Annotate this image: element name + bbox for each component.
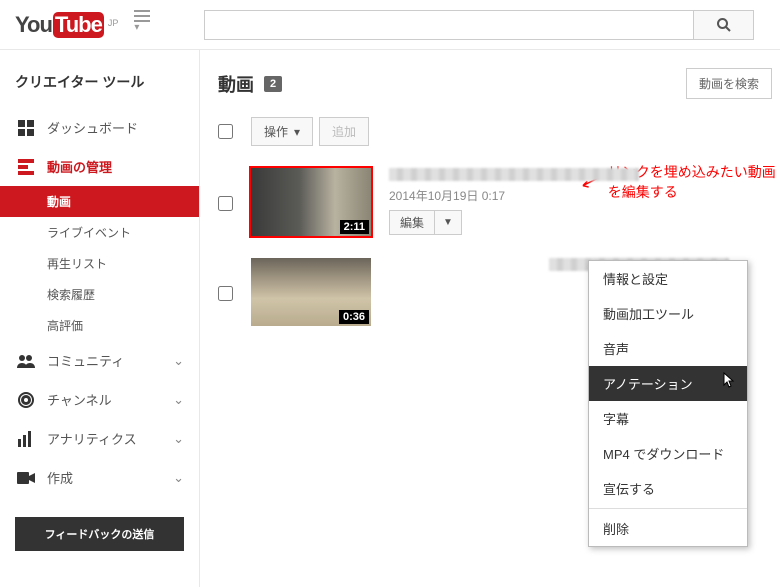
sidebar-sub-playlists[interactable]: 再生リスト — [0, 248, 199, 279]
chevron-down-icon: ⌄ — [173, 431, 184, 447]
video-checkbox[interactable] — [218, 286, 233, 301]
dropdown-item-download[interactable]: MP4 でダウンロード — [589, 436, 747, 471]
sidebar-sub-items: 動画 ライブイベント 再生リスト 検索履歴 高評価 — [0, 186, 199, 341]
sidebar: クリエイター ツール ダッシュボード 動画の管理 動画 ライブイベント 再生リス… — [0, 50, 200, 587]
hamburger-icon — [134, 10, 150, 22]
video-thumbnail-wrap[interactable]: 0:36 — [251, 258, 371, 326]
action-label: 操作 — [264, 123, 288, 140]
sidebar-sub-liked[interactable]: 高評価 — [0, 310, 199, 341]
header: You Tube JP ▾ — [0, 0, 780, 50]
page-title: 動画 — [218, 71, 254, 97]
dropdown-item-label: アノテーション — [603, 377, 693, 392]
select-all-checkbox[interactable] — [218, 124, 233, 139]
dashboard-icon — [15, 120, 37, 136]
guide-menu-button[interactable]: ▾ — [130, 6, 154, 44]
youtube-logo[interactable]: You Tube JP — [15, 12, 118, 38]
search-input[interactable] — [204, 10, 694, 40]
search-area — [204, 10, 754, 40]
sidebar-item-community[interactable]: コミュニティ ⌄ — [0, 341, 199, 380]
video-checkbox[interactable] — [218, 196, 233, 211]
sidebar-item-label: 作成 — [47, 468, 73, 487]
cursor-icon — [723, 372, 737, 390]
dropdown-item-enhance[interactable]: 動画加工ツール — [589, 296, 747, 331]
chevron-down-icon: ⌄ — [173, 470, 184, 486]
chevron-down-icon: ⌄ — [173, 353, 184, 369]
sidebar-title: クリエイター ツール — [0, 72, 199, 108]
search-videos-button[interactable]: 動画を検索 — [686, 68, 772, 99]
sidebar-item-label: コミュニティ — [47, 351, 124, 370]
sidebar-item-channel[interactable]: チャンネル ⌄ — [0, 380, 199, 419]
dropdown-item-annotations[interactable]: アノテーション — [589, 366, 747, 401]
dropdown-separator — [589, 508, 747, 509]
video-duration: 0:36 — [339, 310, 369, 324]
video-thumbnail-wrap[interactable]: 2:11 — [251, 168, 371, 236]
sidebar-item-label: チャンネル — [47, 390, 112, 409]
dropdown-item-audio[interactable]: 音声 — [589, 331, 747, 366]
action-button[interactable]: 操作 ▾ — [251, 117, 313, 146]
create-icon — [15, 472, 37, 484]
video-manager-icon — [15, 159, 37, 175]
sidebar-item-label: ダッシュボード — [47, 118, 138, 137]
dropdown-item-delete[interactable]: 削除 — [589, 511, 747, 546]
edit-caret-button[interactable]: ▼ — [435, 210, 462, 235]
toolbar: 操作 ▾ 追加 — [218, 117, 772, 146]
caret-down-icon: ▾ — [294, 125, 300, 139]
search-icon — [716, 17, 732, 33]
video-count-badge: 2 — [264, 76, 282, 92]
search-button[interactable] — [694, 10, 754, 40]
video-title-blurred — [389, 168, 639, 181]
logo-text-you: You — [15, 12, 52, 38]
analytics-icon — [15, 431, 37, 447]
locale-label: JP — [108, 18, 119, 28]
channel-icon — [15, 392, 37, 408]
dropdown-item-info[interactable]: 情報と設定 — [589, 261, 747, 296]
sidebar-item-analytics[interactable]: アナリティクス ⌄ — [0, 419, 199, 458]
sidebar-item-label: 動画の管理 — [47, 157, 112, 176]
sidebar-sub-videos[interactable]: 動画 — [0, 186, 199, 217]
sidebar-sub-live[interactable]: ライブイベント — [0, 217, 199, 248]
feedback-button[interactable]: フィードバックの送信 — [15, 517, 184, 551]
video-duration: 2:11 — [340, 220, 369, 234]
sidebar-item-label: アナリティクス — [47, 429, 137, 448]
content: 動画 2 動画を検索 操作▾ 追加 リンクを埋め込みたい動画を編集する 2:11… — [200, 50, 780, 587]
dropdown-item-subtitles[interactable]: 字幕 — [589, 401, 747, 436]
dropdown-item-promote[interactable]: 宣伝する — [589, 471, 747, 506]
edit-button[interactable]: 編集 — [389, 210, 435, 235]
logo-text-tube: Tube — [53, 12, 104, 38]
chevron-down-icon: ⌄ — [173, 392, 184, 408]
sidebar-sub-search-history[interactable]: 検索履歴 — [0, 279, 199, 310]
sidebar-item-dashboard[interactable]: ダッシュボード — [0, 108, 199, 147]
sidebar-item-video-manager[interactable]: 動画の管理 — [0, 147, 199, 186]
community-icon — [15, 354, 37, 368]
sidebar-item-create[interactable]: 作成 ⌄ — [0, 458, 199, 497]
edit-dropdown: 情報と設定 動画加工ツール 音声 アノテーション 字幕 MP4 でダウンロード … — [588, 260, 748, 547]
add-button[interactable]: 追加 — [319, 117, 369, 146]
edit-button-group: 編集 ▼ — [389, 210, 462, 235]
